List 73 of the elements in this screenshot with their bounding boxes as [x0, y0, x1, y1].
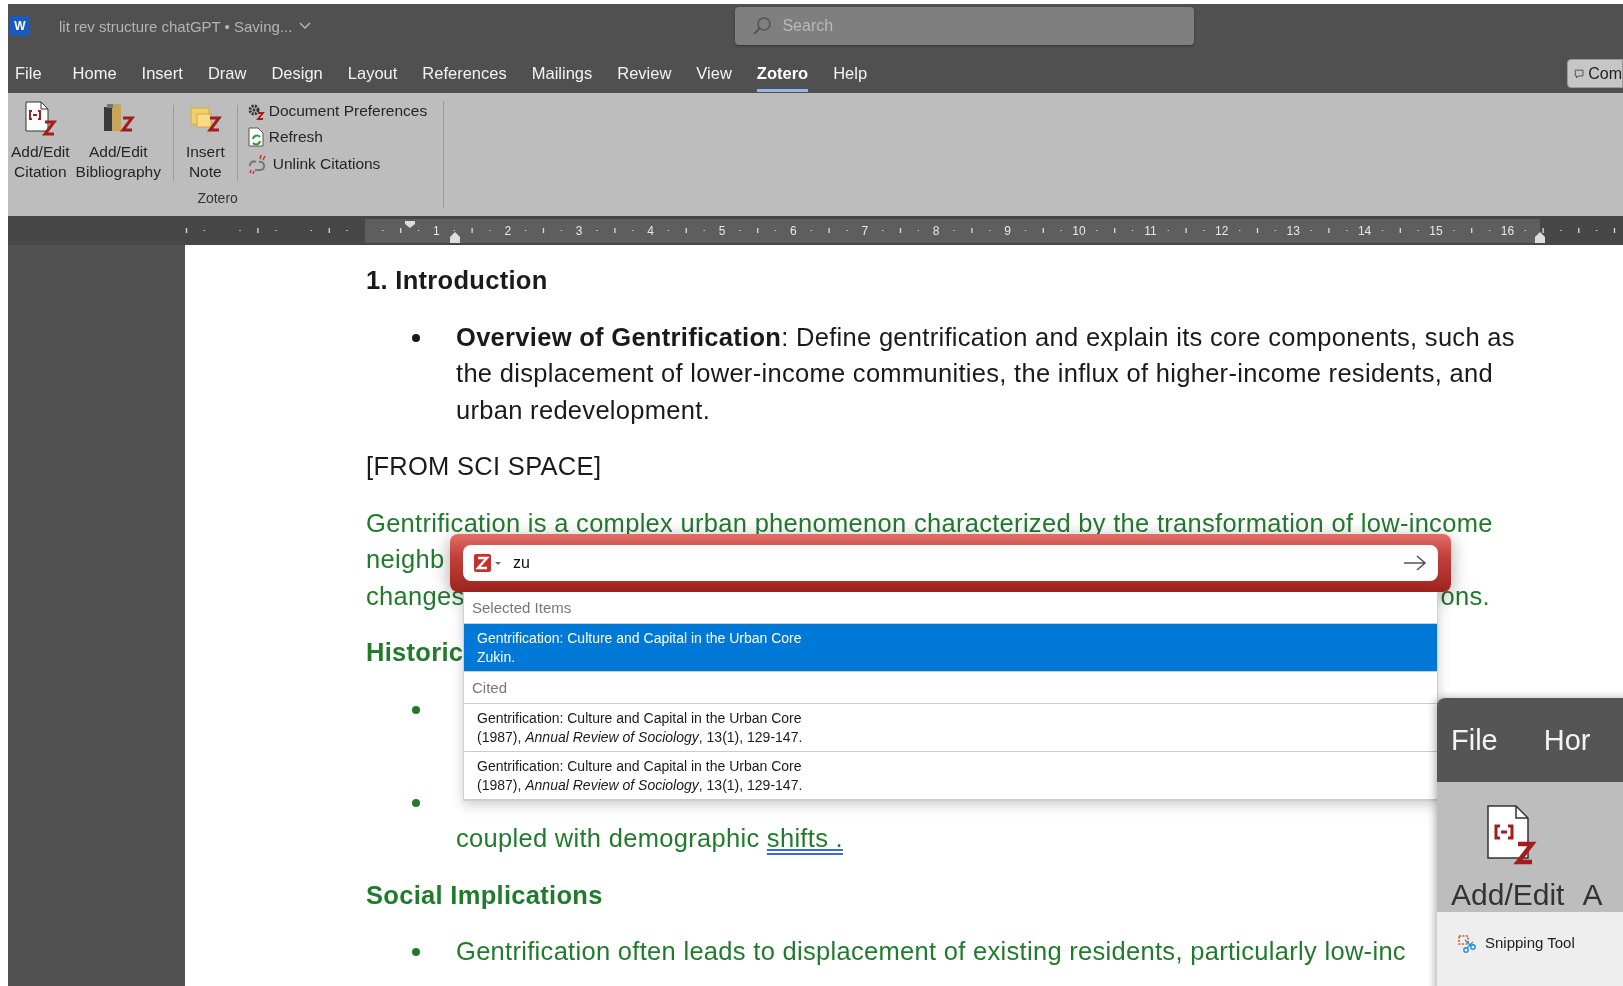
bullet-text-fragment: coupled with demographic: [456, 823, 761, 854]
tab-label: Hor: [1543, 723, 1591, 757]
result-item[interactable]: Gentrification: Culture and Capital in the Urban Core (1987), Annual Review of Sociology, 13(1), 129-147.: [464, 752, 1437, 800]
search-icon: [752, 16, 773, 36]
indent-marker-icon[interactable]: [405, 221, 415, 228]
indent-marker-icon[interactable]: [1535, 232, 1545, 243]
bullet-text: Gentrification often leads to displacement of existing residents, particularly low-inc: [456, 936, 1406, 967]
menu-tab[interactable]: Home: [72, 58, 117, 92]
paragraph-text: [FROM SCI SPACE]: [366, 451, 602, 482]
paragraph-text-fragment: neighb: [366, 544, 445, 575]
menu-tab[interactable]: View: [696, 58, 732, 92]
menu-tab[interactable]: Mailings: [531, 58, 593, 92]
ruler-number: 3: [575, 224, 583, 238]
ruler-number: 2: [504, 224, 512, 238]
ruler-number: 10: [1072, 224, 1086, 238]
window-preview[interactable]: File Hor Add/Edit A Snipping Tool: [1437, 698, 1623, 986]
ribbon-button[interactable]: Add/Edit Citation: [8, 101, 73, 182]
button-label: Add/Edit: [1451, 878, 1565, 912]
arrow-right-icon: [1402, 553, 1428, 573]
menu-tab[interactable]: Review: [617, 58, 672, 92]
heading-text: Social Implications: [366, 879, 603, 911]
menu-tab[interactable]: References: [422, 58, 507, 92]
heading-text: 1. Introduction: [366, 265, 548, 296]
ruler-number: 9: [1004, 224, 1011, 238]
heading-text: Historic: [366, 637, 464, 668]
paragraph-text-fragment: changes: [366, 580, 465, 612]
group-label: Zotero: [197, 190, 238, 206]
ribbon-button[interactable]: Insert Note: [182, 101, 228, 182]
ruler-number: 12: [1215, 224, 1229, 238]
app-logo: W: [10, 16, 30, 36]
ruler-number: 6: [790, 224, 797, 238]
underlined-text: shifts .: [766, 823, 843, 854]
caret-icon: [299, 22, 312, 30]
ruler-number: 5: [718, 224, 726, 238]
ruler-number: 7: [861, 224, 869, 238]
ruler-number: 13: [1286, 224, 1300, 238]
bullet-mark: [412, 798, 420, 807]
ribbon-button[interactable]: Refresh: [246, 127, 428, 147]
bullet-mark: [412, 948, 420, 956]
result-item[interactable]: Gentrification: Culture and Capital in the Urban Core Zukin.: [464, 624, 1437, 672]
document-title: lit rev structure chatGPT • Saving...: [59, 17, 293, 35]
ruler-number: 16: [1500, 224, 1515, 238]
ruler-number: 4: [647, 224, 654, 238]
ruler-number: 1: [433, 224, 440, 238]
menu-tab[interactable]: Help: [833, 58, 868, 92]
scissors-icon: [1457, 934, 1477, 954]
paragraph-text-fragment: ons.: [1440, 580, 1490, 612]
tab-label: File: [1451, 723, 1498, 757]
bullet-mark: [412, 333, 420, 342]
gear-icon: [246, 102, 265, 120]
indent-marker-icon[interactable]: [450, 232, 460, 243]
menu-tab[interactable]: File: [15, 58, 42, 92]
ribbon-button[interactable]: Unlink Citations: [246, 154, 428, 174]
ribbon-button[interactable]: Add/Edit Bibliography: [72, 101, 164, 182]
menu-tab[interactable]: Design: [271, 58, 323, 92]
refresh-icon: [246, 127, 265, 147]
citation-search-field[interactable]: zu: [463, 545, 1438, 581]
button-label: A: [1582, 878, 1603, 912]
ribbon-button[interactable]: Document Preferences: [246, 102, 428, 120]
ruler-number: 11: [1144, 224, 1157, 238]
ruler-number: 8: [932, 224, 940, 238]
comments-button[interactable]: Com: [1567, 59, 1623, 88]
ruler-number: 14: [1357, 224, 1372, 238]
broken-chain-icon: [246, 154, 269, 174]
citation-document-icon: [23, 101, 58, 137]
zotero-logo-icon: [473, 552, 503, 574]
menu-tab[interactable]: Insert: [141, 58, 183, 92]
menu-tab[interactable]: Draw: [207, 58, 247, 92]
result-item[interactable]: Gentrification: Culture and Capital in the Urban Core (1987), Annual Review of Sociology, 13(1), 129-147.: [464, 704, 1437, 752]
app-name: Snipping Tool: [1485, 934, 1575, 951]
bullet-text: Overview of Gentrification: Define gentrification and explain its core components, such as the displacement of lower-income communities, the influx of higher-income residents, and urban redevelopment.: [456, 321, 1515, 426]
ruler-number: 15: [1429, 224, 1443, 238]
menu-tab[interactable]: Layout: [347, 58, 398, 92]
